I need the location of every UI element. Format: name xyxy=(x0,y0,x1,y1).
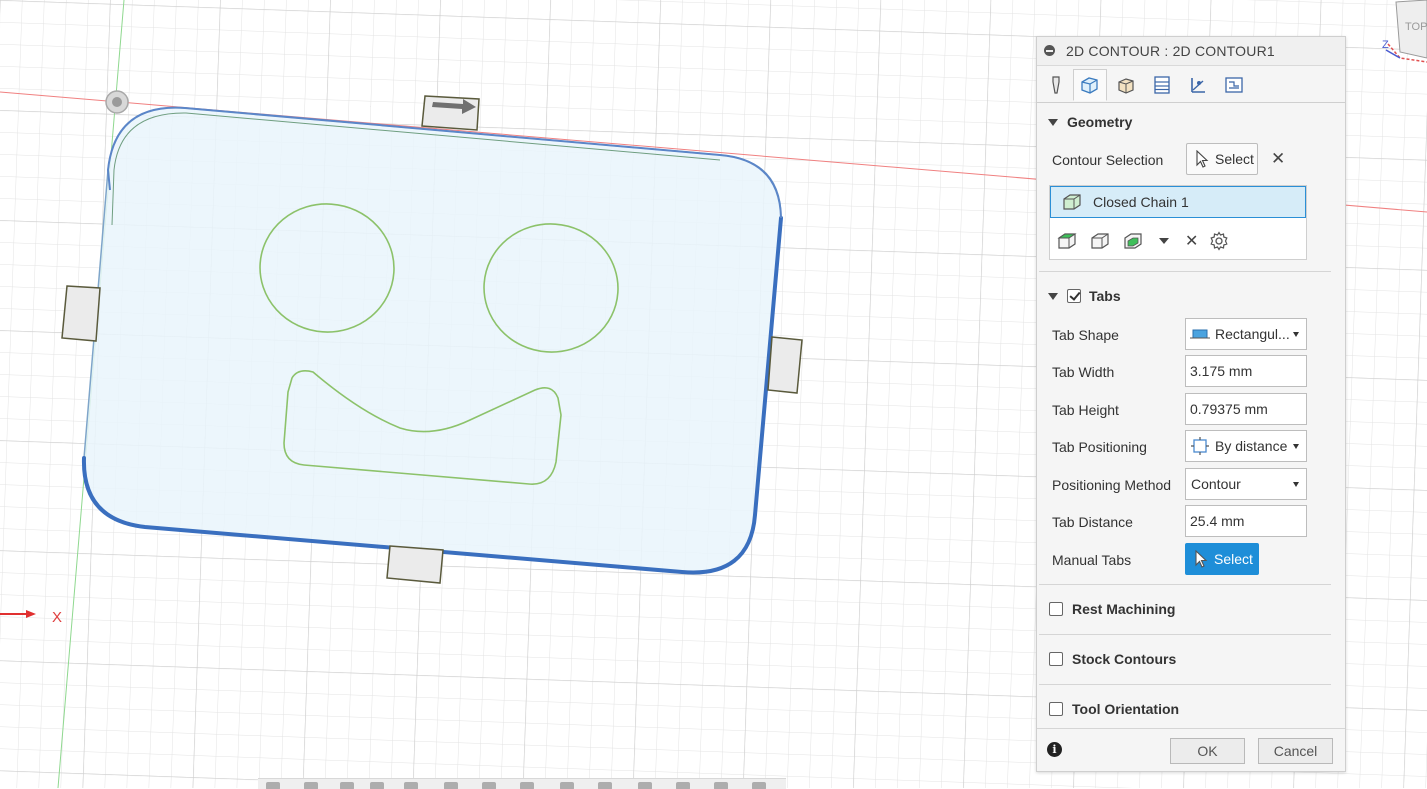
geometry-tab-icon xyxy=(1081,77,1098,94)
contour-selection-label: Contour Selection xyxy=(1052,152,1164,168)
x-axis-label: X xyxy=(52,609,62,626)
dialog-title: 2D CONTOUR : 2D CONTOUR1 xyxy=(1066,43,1275,59)
chevron-down-icon xyxy=(1293,482,1299,487)
tab-height-label: Tab Height xyxy=(1052,402,1119,418)
tab-top xyxy=(421,95,480,131)
contour-select-label: Select xyxy=(1215,151,1254,167)
stock-contours-checkbox[interactable] xyxy=(1049,652,1063,666)
part-plate[interactable] xyxy=(83,106,782,574)
dialog-titlebar[interactable]: 2D CONTOUR : 2D CONTOUR1 xyxy=(1037,37,1345,66)
tab-bottom xyxy=(386,545,444,584)
tool-tab-icon xyxy=(1052,76,1060,94)
cursor-icon xyxy=(1195,550,1208,568)
section-divider xyxy=(1039,271,1331,272)
geometry-header-label: Geometry xyxy=(1067,114,1133,130)
tab-width-label: Tab Width xyxy=(1052,364,1115,380)
tab-height-input[interactable]: 0.79375 mm xyxy=(1185,393,1307,425)
remove-chain-icon[interactable]: ✕ xyxy=(1185,231,1198,251)
contour-dialog: 2D CONTOUR : 2D CONTOUR1 Geometry Contou… xyxy=(1036,36,1346,772)
manual-tabs-select-label: Select xyxy=(1214,551,1253,567)
tabs-checkbox[interactable] xyxy=(1067,289,1081,303)
chain-options-dropdown-icon[interactable] xyxy=(1159,238,1169,244)
add-chain-icon[interactable] xyxy=(1056,231,1078,251)
rectangular-tab-icon xyxy=(1190,329,1210,339)
stock-contours-section[interactable]: Stock Contours xyxy=(1049,651,1176,667)
tab-heights[interactable] xyxy=(1109,69,1143,101)
collapse-triangle-icon[interactable] xyxy=(1048,118,1058,126)
manual-tabs-select-button[interactable]: Select xyxy=(1185,543,1259,575)
tab-tool[interactable] xyxy=(1039,69,1073,101)
linking-tab-icon xyxy=(1191,78,1205,93)
origin-point-icon xyxy=(105,90,129,114)
tool-orientation-label: Tool Orientation xyxy=(1072,701,1180,717)
tab-passes[interactable] xyxy=(1145,69,1179,101)
tab-positioning-label: Tab Positioning xyxy=(1052,439,1147,455)
tab-width-input[interactable]: 3.175 mm xyxy=(1185,355,1307,387)
info-icon[interactable]: i xyxy=(1047,742,1062,757)
geometry-section-header[interactable]: Geometry xyxy=(1037,111,1132,133)
dialog-footer: i OK Cancel xyxy=(1037,728,1345,771)
chevron-down-icon xyxy=(1293,332,1299,337)
dialog-tabbar xyxy=(1037,66,1345,103)
tab-post[interactable] xyxy=(1217,69,1251,101)
chain-list-item[interactable]: Closed Chain 1 xyxy=(1050,186,1306,218)
gear-icon[interactable] xyxy=(1209,231,1229,251)
tab-shape-dropdown[interactable]: Rectangul... xyxy=(1185,318,1307,350)
positioning-method-value: Contour xyxy=(1191,476,1241,492)
rest-machining-checkbox[interactable] xyxy=(1049,602,1063,616)
collapse-triangle-icon[interactable] xyxy=(1048,292,1058,300)
tool-orientation-checkbox[interactable] xyxy=(1049,702,1063,716)
tool-orientation-section[interactable]: Tool Orientation xyxy=(1049,701,1179,717)
chain-icon xyxy=(1063,194,1081,210)
tab-distance-label: Tab Distance xyxy=(1052,514,1133,530)
tab-shape-label: Tab Shape xyxy=(1052,327,1119,343)
tab-distance-input[interactable]: 25.4 mm xyxy=(1185,505,1307,537)
rest-machining-label: Rest Machining xyxy=(1072,601,1176,617)
clear-selection-icon[interactable]: ✕ xyxy=(1271,149,1285,169)
contour-select-button[interactable]: Select xyxy=(1186,143,1258,175)
positioning-method-dropdown[interactable]: Contour xyxy=(1185,468,1307,500)
positioning-method-label: Positioning Method xyxy=(1052,477,1172,493)
add-pocket-icon[interactable] xyxy=(1122,231,1144,251)
tab-shape-value: Rectangul... xyxy=(1215,326,1290,342)
collapse-icon[interactable] xyxy=(1044,45,1055,56)
chevron-down-icon xyxy=(1293,444,1299,449)
tabs-header-label: Tabs xyxy=(1089,288,1121,304)
section-divider xyxy=(1039,584,1331,585)
tab-positioning-value: By distance xyxy=(1215,438,1288,454)
heights-tab-icon xyxy=(1118,78,1134,94)
passes-tab-icon xyxy=(1154,76,1170,94)
cursor-icon xyxy=(1196,150,1209,168)
chain-tools: ✕ xyxy=(1056,230,1240,252)
tabs-section-header[interactable]: Tabs xyxy=(1037,285,1121,307)
viewcube-axis-label: Z xyxy=(1382,39,1389,51)
chain-label: Closed Chain 1 xyxy=(1093,194,1189,210)
tab-left xyxy=(61,285,101,342)
post-tab-icon xyxy=(1225,77,1243,93)
navigation-toolbar[interactable] xyxy=(258,778,786,789)
tab-linking[interactable] xyxy=(1181,69,1215,101)
add-silhouette-icon[interactable] xyxy=(1089,231,1111,251)
manual-tabs-label: Manual Tabs xyxy=(1052,552,1132,568)
tab-geometry[interactable] xyxy=(1073,69,1107,101)
chain-list: Closed Chain 1 ✕ xyxy=(1049,185,1307,260)
tab-right xyxy=(767,336,803,394)
stock-contours-label: Stock Contours xyxy=(1072,651,1177,667)
viewcube-face-label: TOP xyxy=(1405,21,1427,33)
rest-machining-section[interactable]: Rest Machining xyxy=(1049,601,1175,617)
section-divider xyxy=(1039,684,1331,685)
cancel-button[interactable]: Cancel xyxy=(1258,738,1333,764)
section-divider xyxy=(1039,634,1331,635)
ok-button[interactable]: OK xyxy=(1170,738,1245,764)
tab-positioning-dropdown[interactable]: By distance xyxy=(1185,430,1307,462)
by-distance-icon xyxy=(1191,437,1209,455)
